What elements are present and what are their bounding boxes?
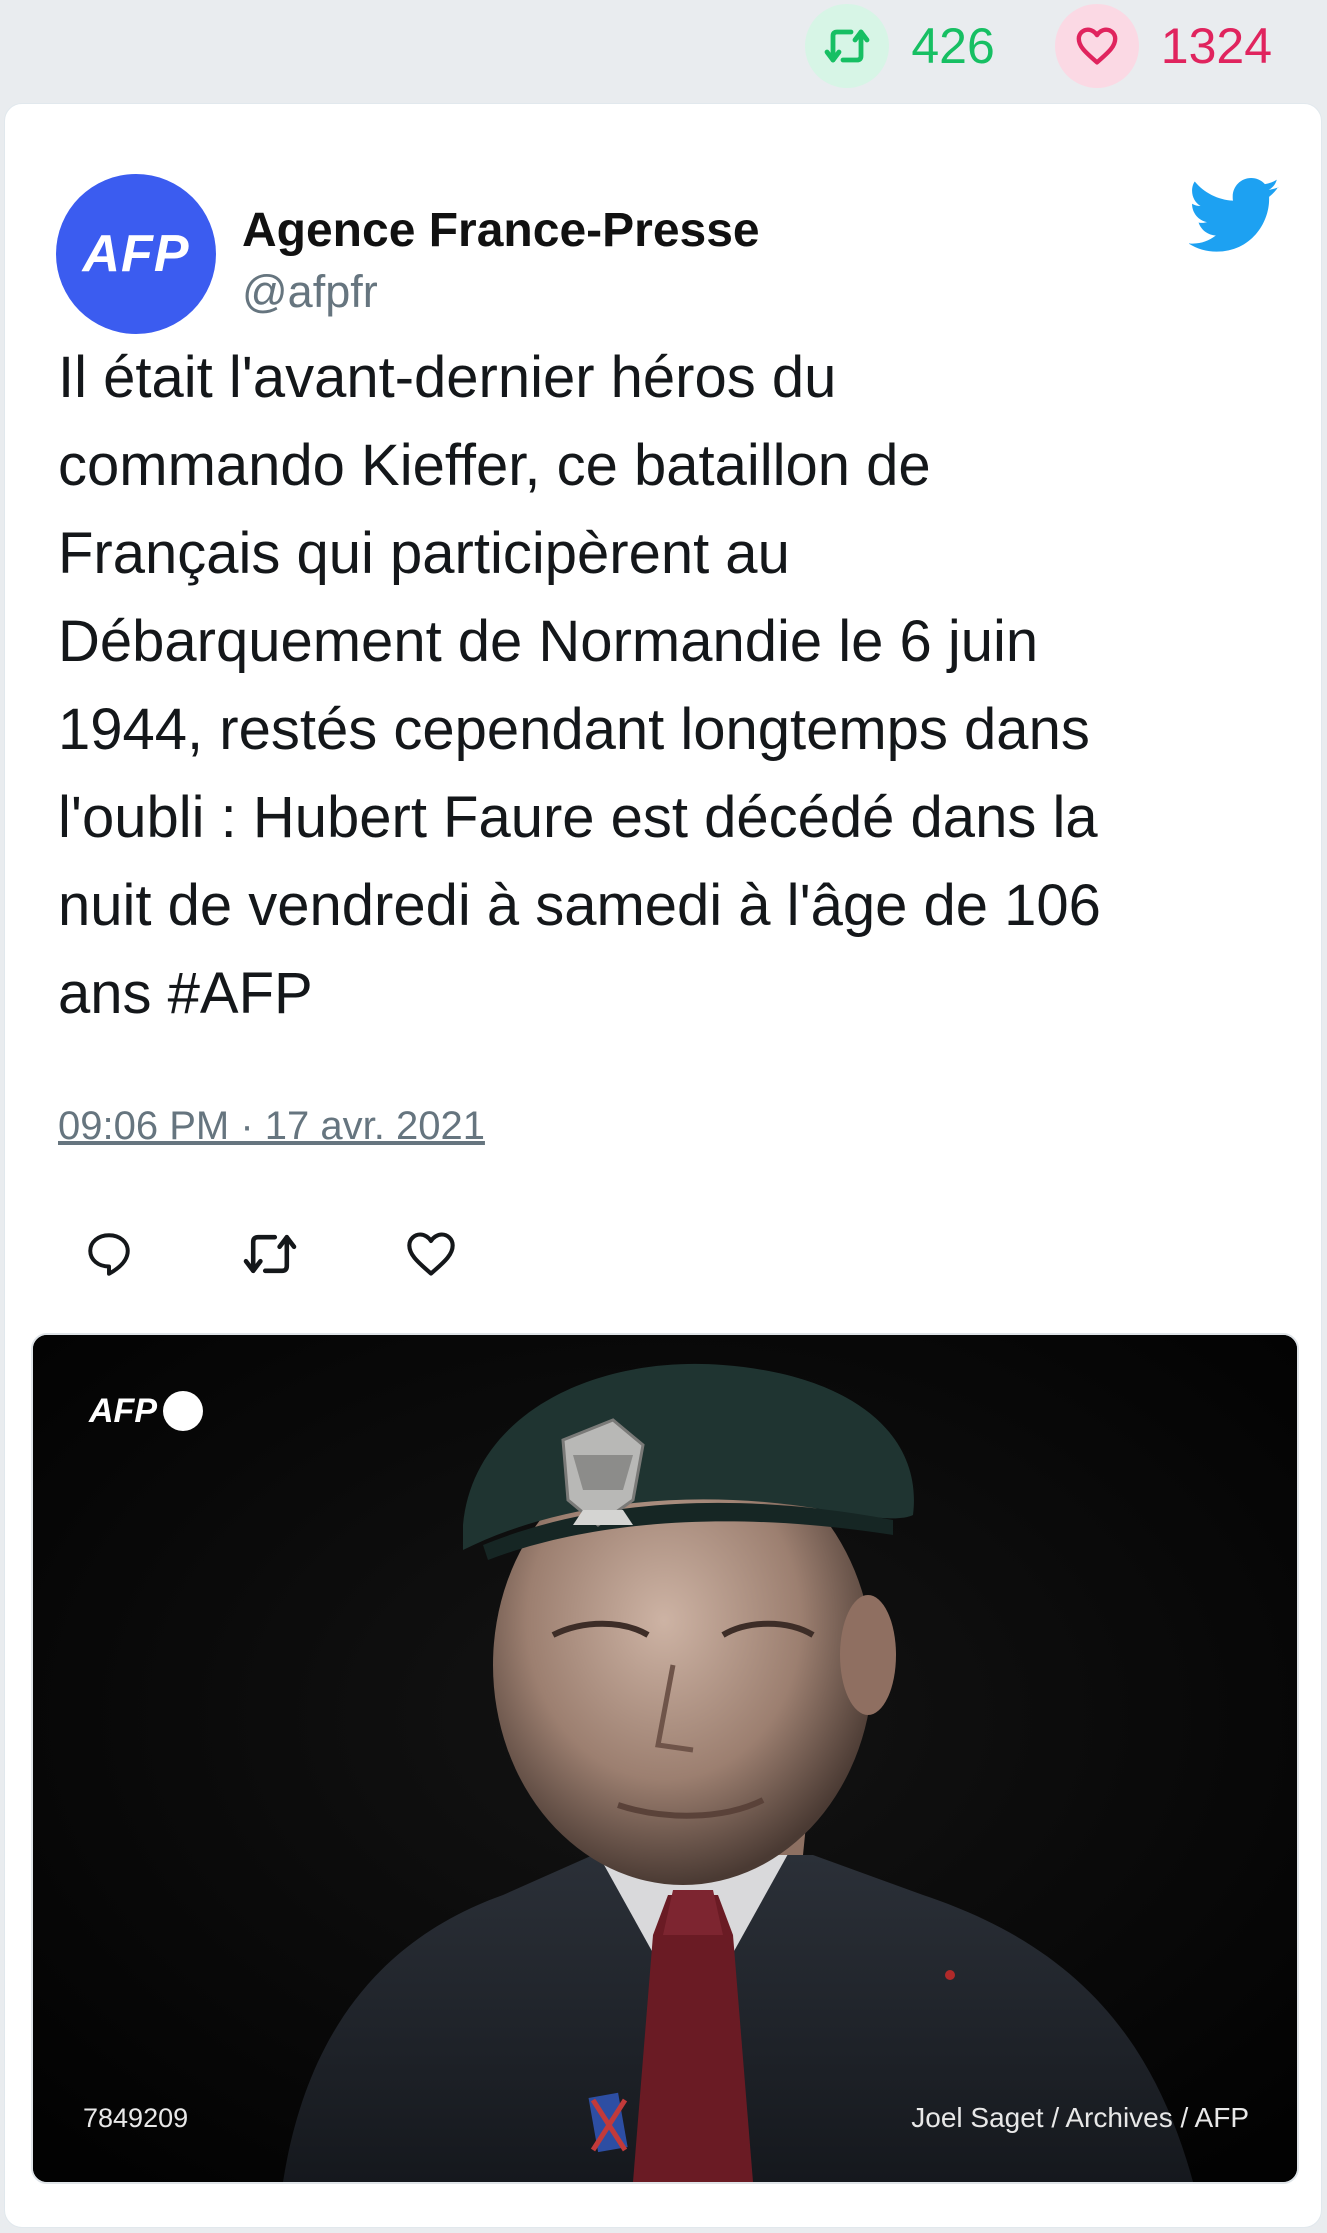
afp-watermark: AFP	[89, 1391, 203, 1431]
tweet-timestamp[interactable]: 09:06 PM · 17 avr. 2021	[58, 1104, 485, 1149]
avatar-logo-text: AFP	[82, 225, 190, 283]
tweet-header: AFP Agence France-Presse @afpfr	[56, 140, 1285, 334]
retweet-count-stat[interactable]: 426	[805, 4, 995, 88]
avatar[interactable]: AFP	[56, 174, 216, 334]
watermark-text: AFP	[89, 1391, 157, 1430]
retweet-icon	[243, 1234, 297, 1274]
retweet-icon	[805, 4, 890, 88]
tweet-card: AFP Agence France-Presse @afpfr Il était…	[4, 103, 1322, 2228]
author-handle[interactable]: @afpfr	[242, 266, 378, 318]
heart-icon	[1054, 4, 1139, 88]
photo-veteran-portrait	[33, 1335, 1297, 2182]
like-count: 1324	[1160, 18, 1272, 74]
twitter-bird-icon[interactable]	[1189, 176, 1281, 256]
reply-button[interactable]	[79, 1224, 139, 1284]
tweet-text: Il était l'avant-dernier héros du comman…	[58, 345, 1101, 1026]
watermark-dot-icon	[163, 1391, 203, 1431]
tweet-photo[interactable]: AFP 7849209 Joel Saget / Archives / AFP	[31, 1333, 1299, 2184]
photo-id: 7849209	[83, 2103, 189, 2133]
like-button[interactable]	[401, 1224, 461, 1284]
tweet-actions	[79, 1224, 461, 1284]
photo-credit: Joel Saget / Archives / AFP	[911, 2102, 1249, 2133]
retweet-count: 426	[911, 18, 995, 74]
like-icon	[407, 1232, 455, 1276]
tweet-stats-bar: 426 1324	[805, 0, 1327, 92]
like-count-stat[interactable]: 1324	[1054, 4, 1272, 88]
reply-icon	[88, 1233, 130, 1276]
author-name[interactable]: Agence France-Presse	[242, 203, 760, 258]
retweet-button[interactable]	[240, 1224, 300, 1284]
